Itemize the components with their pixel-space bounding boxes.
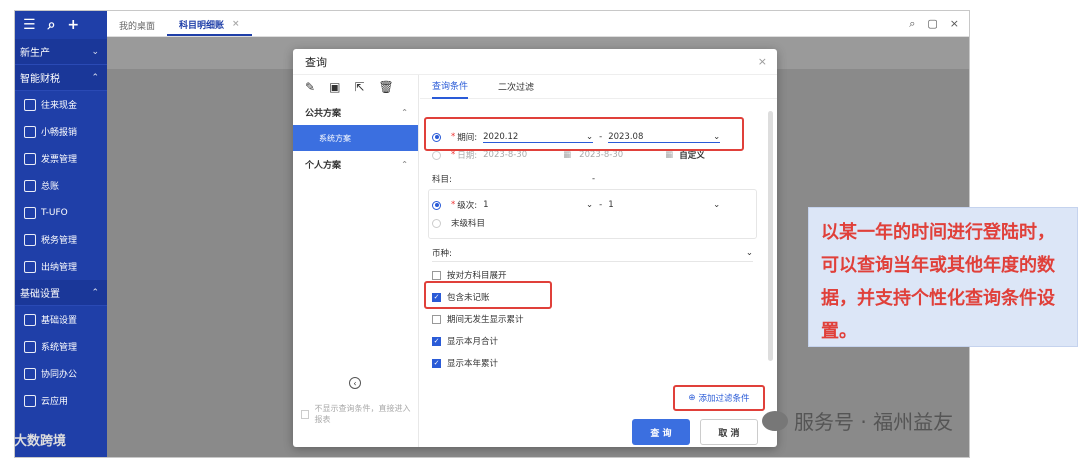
sidebar-top: ☰ ⌕ + [15, 11, 107, 39]
cancel-button[interactable]: 取 消 [700, 419, 758, 445]
subject-row: 科目: - [432, 174, 596, 185]
checkbox[interactable]: ✓ [432, 358, 441, 368]
condition-panel: 查询条件 二次过滤 * 期间: 2020.12 ⌄ - 2023.08 ⌄ * 日期… [420, 75, 777, 447]
sidebar-item[interactable]: T-UFO [15, 199, 107, 226]
invoice-icon [24, 152, 36, 165]
check-row[interactable]: 按对方科目展开 [432, 269, 753, 281]
cloud-icon [24, 394, 36, 407]
scheme-panel: ✎ ▣ ⇱ 🗑 公共方案 ⌃ 系统方案 个人方案 ⌃ ‹ 不显示查询条件，直接进入报… [293, 75, 419, 447]
calendar-icon[interactable]: ▦ [563, 150, 571, 160]
chevron-down-icon: ⌄ [713, 200, 721, 210]
sidebar-item[interactable]: 系统管理 [15, 333, 107, 360]
search-icon[interactable]: ⌕ [48, 17, 56, 33]
level-from-select[interactable]: 1 ⌄ [483, 200, 593, 210]
level-row: * 级次: 1 ⌄ - 1 ⌄ [432, 199, 753, 211]
checkbox[interactable] [432, 314, 441, 324]
edit-icon[interactable]: ✎ [305, 80, 315, 94]
watermark-right: 服务号 · 福州益友 [762, 406, 953, 435]
menu-icon[interactable]: ☰ [23, 17, 36, 33]
leaf-radio[interactable] [432, 218, 441, 228]
maximize-icon[interactable]: ▢ [927, 17, 937, 31]
system-icon [24, 340, 36, 353]
sidebar-item[interactable]: 发票管理 [15, 145, 107, 172]
level-to-select[interactable]: 1 ⌄ [608, 200, 720, 210]
level-radio[interactable] [432, 200, 441, 210]
sidebar-section-new-production[interactable]: 新生产 ⌄ [15, 39, 107, 65]
plus-icon[interactable]: + [67, 17, 79, 33]
chevron-up-icon: ⌃ [401, 159, 408, 169]
delete-icon[interactable]: 🗑 [378, 80, 393, 94]
check-row[interactable]: 期间无发生显示累计 [432, 313, 753, 325]
sidebar-item[interactable]: 税务管理 [15, 226, 107, 253]
export-icon[interactable]: ⇱ [354, 80, 364, 94]
cash-icon [24, 98, 36, 111]
tab-query-conditions[interactable]: 查询条件 [432, 75, 469, 99]
check-row[interactable]: ✓ 显示本月合计 [432, 335, 753, 347]
add-filter-button[interactable]: ⊕ 添加过滤条件 [673, 385, 765, 411]
highlight-period [424, 117, 744, 151]
chevron-up-icon: ⌃ [401, 107, 408, 117]
close-icon[interactable]: × [950, 17, 959, 31]
calendar-icon[interactable]: ▦ [665, 150, 673, 160]
tab-tools: ⌕ ▢ × [909, 17, 959, 31]
chevron-up-icon: ⌃ [91, 72, 99, 83]
cashier-icon [24, 260, 36, 273]
settings-icon [24, 313, 36, 326]
report-icon [24, 206, 36, 219]
leaf-row: 末级科目 [432, 217, 753, 229]
wechat-icon [762, 410, 788, 431]
sidebar-section-basic-settings[interactable]: 基础设置 ⌃ [15, 280, 107, 306]
sidebar-item[interactable]: 协同办公 [15, 360, 107, 387]
sidebar-item[interactable]: 云应用 [15, 387, 107, 414]
sidebar-item[interactable]: 出纳管理 [15, 253, 107, 280]
sidebar-item[interactable]: 总账 [15, 172, 107, 199]
dialog-header: 查询 × [293, 49, 777, 75]
annotation-callout: 以某一年的时间进行登陆时，可以查询当年或其他年度的数据，并支持个性化查询条件设置… [808, 207, 1078, 347]
checkbox[interactable] [432, 270, 441, 280]
date-from-input[interactable]: 2023-8-30 [483, 150, 563, 160]
checkbox[interactable] [301, 409, 310, 419]
date-radio[interactable] [432, 150, 441, 160]
tab-subject-ledger[interactable]: 科目明细账 × [167, 14, 252, 36]
chevron-down-icon: ⌄ [745, 248, 753, 258]
checkbox[interactable]: ✓ [432, 336, 441, 346]
save-icon[interactable]: ▣ [329, 80, 340, 94]
query-dialog: 查询 × ✎ ▣ ⇱ 🗑 公共方案 ⌃ 系统方案 个人方案 ⌃ ‹ 不显示查询条件，… [293, 49, 777, 447]
tab-bar: 我的桌面 科目明细账 × ⌕ ▢ × [107, 11, 969, 37]
close-icon[interactable]: × [758, 55, 767, 68]
scheme-item-system[interactable]: 系统方案 [293, 125, 418, 151]
plus-circle-icon: ⊕ [688, 393, 696, 403]
collab-icon [24, 367, 36, 380]
search-icon[interactable]: ⌕ [909, 17, 915, 31]
query-button[interactable]: 查 询 [632, 419, 690, 445]
sidebar-item[interactable]: 小畅报销 [15, 118, 107, 145]
collapse-icon[interactable]: ‹ [349, 377, 361, 389]
scrollbar[interactable] [768, 111, 773, 361]
close-icon[interactable]: × [232, 19, 240, 29]
tab-desktop[interactable]: 我的桌面 [107, 14, 167, 36]
date-to-input[interactable]: 2023-8-30 [579, 150, 665, 160]
level-group [428, 189, 757, 239]
sidebar-section-smart-finance[interactable]: 智能财税 ⌃ [15, 65, 107, 91]
sidebar-item[interactable]: 往来现金 [15, 91, 107, 118]
scheme-toolbar: ✎ ▣ ⇱ 🗑 [293, 75, 418, 99]
reimburse-icon [24, 125, 36, 138]
chevron-up-icon: ⌃ [91, 287, 99, 298]
check-row[interactable]: ✓ 显示本年累计 [432, 357, 753, 369]
scheme-group-public[interactable]: 公共方案 ⌃ [293, 99, 418, 125]
currency-row[interactable]: 币种: ⌄ [432, 247, 753, 262]
chevron-down-icon: ⌄ [91, 46, 99, 57]
tab-secondary-filter[interactable]: 二次过滤 [498, 75, 534, 99]
highlight-unposted [424, 281, 552, 309]
ledger-icon [24, 179, 36, 192]
sidebar-item[interactable]: 基础设置 [15, 306, 107, 333]
skip-conditions-option[interactable]: 不显示查询条件，直接进入报表 [301, 403, 418, 425]
sidebar: ☰ ⌕ + 新生产 ⌄ 智能财税 ⌃ 往来现金 小畅报销 发票管理 总账 T-UFO… [15, 11, 107, 457]
watermark-left: 大数跨境 [14, 434, 67, 449]
chevron-down-icon: ⌄ [586, 200, 594, 210]
scheme-group-personal[interactable]: 个人方案 ⌃ [293, 151, 418, 177]
condition-tabs: 查询条件 二次过滤 [420, 75, 777, 99]
dialog-title: 查询 [305, 55, 327, 69]
tax-icon [24, 233, 36, 246]
